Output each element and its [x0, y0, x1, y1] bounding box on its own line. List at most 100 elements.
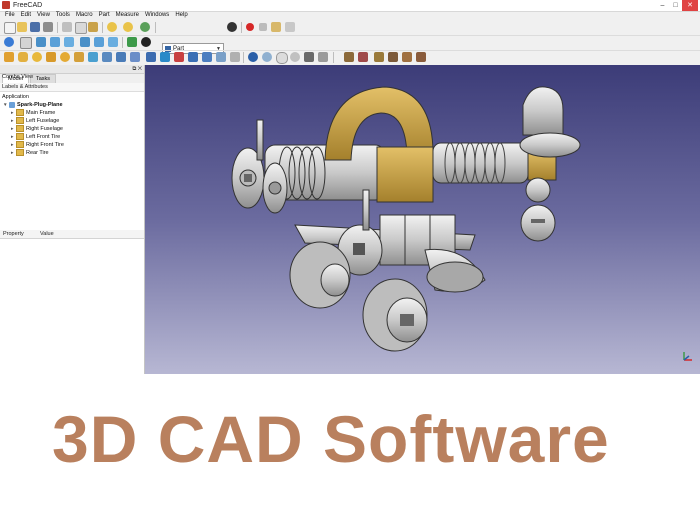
menu-bar: File Edit View Tools Macro Part Measure … — [0, 11, 700, 20]
cut-shape-icon[interactable] — [160, 52, 170, 62]
tree-item[interactable]: ▸ Rear Tire — [11, 149, 49, 157]
tree-item[interactable]: ▸ Right Fuselage — [11, 125, 63, 133]
menu-view[interactable]: View — [34, 11, 53, 20]
freecad-logo-icon — [2, 1, 10, 9]
cylinder-icon[interactable] — [18, 52, 28, 62]
panel-dock-controls[interactable]: ⧉ ✕ — [132, 65, 142, 73]
open-icon[interactable] — [17, 22, 27, 32]
tree-item-label: Left Fuselage — [26, 118, 60, 124]
maximize-button[interactable]: □ — [669, 0, 682, 11]
loft-icon[interactable] — [230, 52, 240, 62]
folder-icon — [16, 141, 24, 149]
tree-document[interactable]: ▾ Spark-Plug-Plane — [4, 101, 63, 109]
view-top-icon[interactable] — [64, 37, 74, 47]
combo-view-panel: Combo View ⧉ ✕ Model Tasks Labels & Attr… — [0, 65, 145, 374]
view-toolbar — [0, 35, 700, 51]
measure-refresh-icon[interactable] — [374, 52, 384, 62]
view-rear-icon[interactable] — [94, 37, 104, 47]
fuse-icon[interactable] — [174, 52, 184, 62]
macro-record-icon[interactable] — [246, 23, 254, 31]
caption-heading: 3D CAD Software — [52, 402, 610, 476]
menu-help[interactable]: Help — [172, 11, 190, 20]
tree-item-label: Rear Tire — [26, 150, 49, 156]
fillet-icon[interactable] — [116, 52, 126, 62]
folder-icon — [16, 117, 24, 125]
box-icon[interactable] — [4, 52, 14, 62]
fit-all-icon[interactable] — [4, 37, 14, 47]
window-controls: – □ ✕ — [656, 0, 698, 11]
document-icon — [9, 101, 15, 108]
print-icon[interactable] — [43, 22, 53, 32]
sweep-icon[interactable] — [248, 52, 258, 62]
tab-tasks[interactable]: Tasks — [29, 74, 57, 83]
measure-toggle-delta-icon[interactable] — [416, 52, 426, 62]
view-bottom-icon[interactable] — [108, 37, 118, 47]
redo-icon[interactable] — [123, 22, 133, 32]
shape-section-icon[interactable] — [202, 52, 212, 62]
copy-icon[interactable] — [75, 22, 87, 34]
tree-item[interactable]: ▸ Main Frame — [11, 109, 55, 117]
whats-this-icon[interactable] — [227, 22, 237, 32]
tree-item[interactable]: ▸ Left Front Tire — [11, 133, 60, 141]
menu-part[interactable]: Part — [96, 11, 113, 20]
folder-icon — [16, 125, 24, 133]
tree-item[interactable]: ▸ Left Fuselage — [11, 117, 59, 125]
macro-edit-icon[interactable] — [271, 22, 281, 32]
menu-measure[interactable]: Measure — [113, 11, 142, 20]
extrude-icon[interactable] — [74, 52, 84, 62]
measure-angular-icon[interactable] — [358, 52, 368, 62]
tree-application-label: Application — [2, 94, 29, 100]
undo-icon[interactable] — [107, 22, 117, 32]
window-title: FreeCAD — [13, 2, 43, 9]
revolve-icon[interactable] — [88, 52, 98, 62]
tree-item[interactable]: ▸ Right Front Tire — [11, 141, 64, 149]
paste-icon[interactable] — [88, 22, 98, 32]
file-toolbar: Part ▼ — [0, 20, 700, 54]
model-tree: Labels & Attributes Application ▾ Spark-P… — [0, 83, 144, 234]
folder-icon — [16, 149, 24, 157]
tree-item-label: Right Fuselage — [26, 126, 63, 132]
refresh-icon[interactable] — [140, 22, 150, 32]
macro-stop-icon[interactable] — [259, 23, 267, 31]
measure-linear-icon[interactable] — [344, 52, 354, 62]
close-button[interactable]: ✕ — [682, 0, 698, 11]
tree-column-header: Labels & Attributes — [0, 83, 144, 92]
projection-icon[interactable] — [290, 52, 300, 62]
save-icon[interactable] — [30, 22, 40, 32]
macro-play-icon[interactable] — [285, 22, 295, 32]
menu-file[interactable]: File — [2, 11, 18, 20]
view-isometric-icon[interactable] — [36, 37, 46, 47]
thickness-icon[interactable] — [276, 52, 288, 64]
tree-item-label: Main Frame — [26, 110, 56, 116]
view-right-icon[interactable] — [80, 37, 90, 47]
mirror-icon[interactable] — [102, 52, 112, 62]
minimize-button[interactable]: – — [656, 0, 669, 11]
3d-viewport[interactable] — [145, 65, 700, 374]
boolean-icon[interactable] — [146, 52, 156, 62]
chamfer-icon[interactable] — [130, 52, 140, 62]
tree-item-label: Right Front Tire — [26, 142, 64, 148]
common-icon[interactable] — [188, 52, 198, 62]
draw-style-icon[interactable] — [20, 37, 32, 49]
new-file-icon[interactable] — [4, 22, 16, 34]
menu-windows[interactable]: Windows — [142, 11, 172, 20]
measure-icon[interactable] — [141, 37, 151, 47]
view-front-icon[interactable] — [50, 37, 60, 47]
measure-clear-icon[interactable] — [388, 52, 398, 62]
slice-icon[interactable] — [216, 52, 226, 62]
menu-tools[interactable]: Tools — [53, 11, 73, 20]
measure-toggle-3d-icon[interactable] — [402, 52, 412, 62]
sphere-icon[interactable] — [32, 52, 42, 62]
freecad-window: FreeCAD – □ ✕ File Edit View Tools Macro… — [0, 0, 700, 374]
menu-edit[interactable]: Edit — [18, 11, 34, 20]
offset-icon[interactable] — [262, 52, 272, 62]
cut-icon[interactable] — [62, 22, 72, 32]
combo-view-header: Combo View ⧉ ✕ — [0, 65, 144, 80]
view-left-icon[interactable] — [127, 37, 137, 47]
explode-icon[interactable] — [318, 52, 328, 62]
cone-icon[interactable] — [46, 52, 56, 62]
torus-icon[interactable] — [60, 52, 70, 62]
menu-macro[interactable]: Macro — [73, 11, 96, 20]
part-toolbar — [0, 50, 700, 66]
compound-icon[interactable] — [304, 52, 314, 62]
